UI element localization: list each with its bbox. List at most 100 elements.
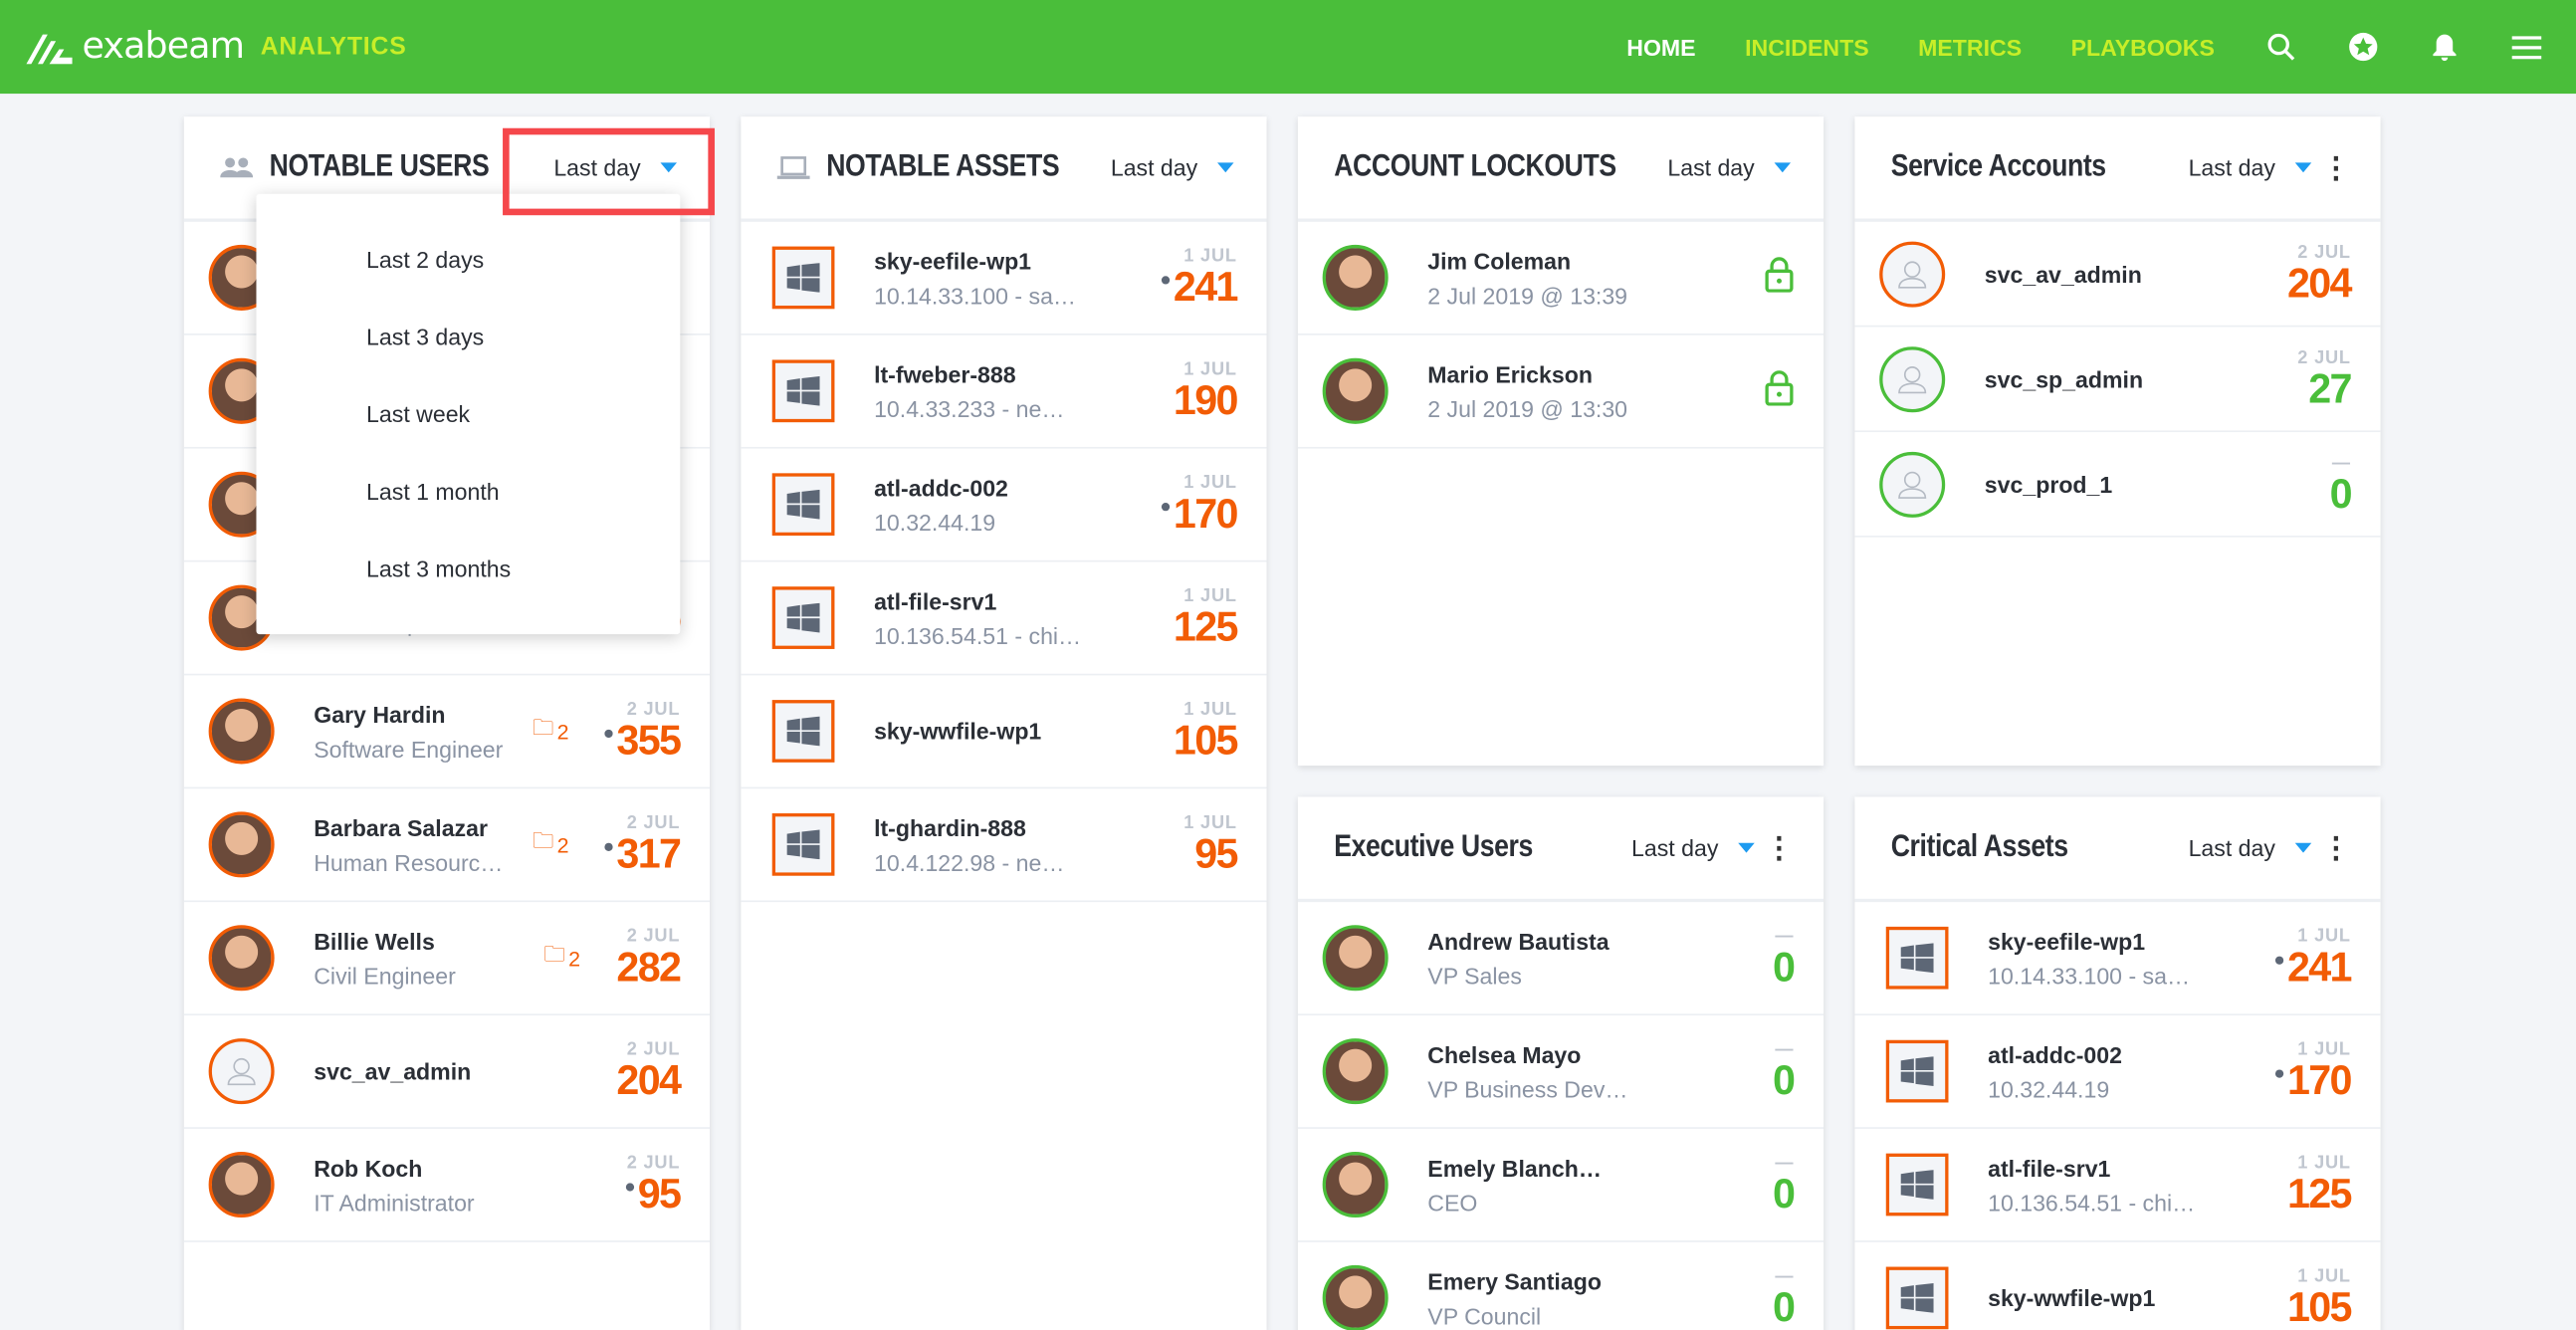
executive-user-row[interactable]: Chelsea Mayo VP Business Dev… —0 (1297, 1015, 1825, 1129)
dropdown-option[interactable]: Last week (256, 376, 680, 454)
executive-user-row[interactable]: Emery Santiago VP Council —0 (1298, 1242, 1824, 1330)
more-options-icon[interactable]: ⋮ (1765, 833, 1795, 863)
item-name[interactable]: sky-wwfile-wp1 (874, 718, 1174, 744)
more-options-icon[interactable]: ⋮ (2321, 833, 2351, 863)
item-name[interactable]: Jim Coleman (1427, 247, 1764, 273)
score-value: 355 (616, 718, 682, 765)
item-name[interactable]: Mario Erickson (1427, 360, 1764, 386)
score-date: 1 JUL (2297, 926, 2351, 947)
user-row[interactable]: Billie Wells Civil Engineer 🗀 2 2 JUL 282 (183, 902, 711, 1016)
item-name[interactable]: sky-eefile-wp1 (874, 247, 1162, 273)
card-header: ACCOUNT LOCKOUTS Last day (1297, 116, 1825, 222)
brand-name: exabeam (82, 26, 245, 68)
item-name[interactable]: svc_av_admin (314, 1058, 616, 1084)
item-name[interactable]: svc_sp_admin (1985, 365, 2297, 391)
service-account-row[interactable]: svc_prod_1—0 (1854, 432, 2381, 538)
item-name[interactable]: Barbara Salazar (314, 814, 533, 840)
item-name[interactable]: Emery Santiago (1427, 1267, 1773, 1293)
lock-icon[interactable] (1765, 256, 1795, 301)
item-name[interactable]: sky-eefile-wp1 (1988, 928, 2275, 954)
item-name[interactable]: sky-wwfile-wp1 (1988, 1285, 2287, 1311)
time-range-select[interactable]: Last day (1667, 154, 1792, 181)
user-row[interactable]: Barbara Salazar Human Resourc… 🗀 2 2 JUL 317 (183, 788, 711, 903)
folder-count[interactable]: 🗀 2 (533, 826, 569, 862)
asset-row[interactable]: sky-wwfile-wp1 1 JUL 105 (741, 675, 1267, 789)
card-title: NOTABLE ASSETS (826, 149, 1060, 184)
asset-row[interactable]: sky-eefile-wp1 10.14.33.100 - sa… 1 JUL 241 (1854, 902, 2381, 1016)
item-name[interactable]: lt-fweber-888 (874, 360, 1174, 386)
risk-score: —0 (1773, 1040, 1796, 1105)
card-title: Service Accounts (1890, 149, 2106, 184)
time-range-select[interactable]: Last day (1111, 154, 1234, 181)
star-badge-icon[interactable] (2346, 31, 2379, 64)
score-value: 190 (1173, 377, 1239, 424)
item-name[interactable]: lt-ghardin-888 (874, 814, 1183, 840)
folder-count[interactable]: 🗀 2 (543, 940, 580, 976)
windows-icon (771, 700, 835, 763)
user-row[interactable]: Rob Koch IT Administrator 2 JUL 95 (183, 1129, 711, 1242)
user-row[interactable]: Gary Hardin Software Engineer 🗀 2 2 JUL 355 (183, 675, 711, 789)
item-name[interactable]: Chelsea Mayo (1427, 1041, 1773, 1067)
item-name[interactable]: Gary Hardin (314, 701, 533, 727)
nav-home[interactable]: HOME (1626, 34, 1695, 60)
avatar (208, 698, 275, 765)
time-range-select[interactable]: Last day (2189, 834, 2312, 861)
asset-row[interactable]: lt-ghardin-888 10.4.122.98 - ne… 1 JUL 95 (741, 788, 1267, 903)
asset-row[interactable]: atl-file-srv1 10.136.54.51 - chi… 1 JUL 125 (1854, 1129, 2381, 1242)
risk-score: 1 JUL 190 (1173, 359, 1239, 424)
folder-count[interactable]: 🗀 2 (533, 713, 569, 749)
folder-icon: 🗀 (543, 941, 565, 967)
item-subtitle: CEO (1427, 1189, 1478, 1216)
item-name[interactable]: Emely Blanch… (1427, 1154, 1773, 1180)
score-value: 282 (616, 945, 682, 992)
service-account-row[interactable]: svc_av_admin 2 JUL 204 (1854, 222, 2381, 328)
nav-incidents[interactable]: INCIDENTS (1745, 34, 1869, 60)
asset-row[interactable]: atl-file-srv1 10.136.54.51 - chi… 1 JUL 125 (741, 561, 1267, 676)
score-value: 0 (1773, 1057, 1796, 1105)
menu-icon[interactable] (2510, 31, 2543, 64)
item-name[interactable]: Andrew Bautista (1427, 928, 1773, 954)
caret-down-icon (1738, 842, 1755, 853)
time-range-select[interactable]: Last day (2189, 154, 2312, 181)
item-name[interactable]: svc_prod_1 (1985, 471, 2330, 497)
item-name[interactable]: atl-addc-002 (1988, 1041, 2275, 1067)
executive-user-row[interactable]: Emely Blanch… CEO —0 (1297, 1129, 1825, 1242)
asset-row[interactable]: atl-addc-002 10.32.44.19 1 JUL 170 (741, 449, 1267, 562)
score-value: 95 (637, 1171, 682, 1219)
asset-row[interactable]: sky-eefile-wp1 10.14.33.100 - sa… 1 JUL 241 (741, 222, 1267, 335)
service-account-row[interactable]: svc_sp_admin 2 JUL 27 (1854, 327, 2381, 433)
avatar (1879, 451, 1946, 518)
score-date: 1 JUL (1183, 700, 1237, 720)
item-name[interactable]: svc_av_admin (1985, 261, 2287, 287)
lockout-row[interactable]: Jim Coleman 2 Jul 2019 @ 13:39 (1297, 222, 1825, 335)
item-name[interactable]: Rob Koch (314, 1154, 626, 1180)
dot-icon (1162, 276, 1171, 285)
more-options-icon[interactable]: ⋮ (2321, 152, 2351, 182)
risk-score: 2 JUL 204 (2287, 242, 2353, 305)
lock-icon[interactable] (1765, 369, 1795, 414)
dropdown-option[interactable]: Last 3 months (256, 531, 680, 608)
executive-user-row[interactable]: Andrew Bautista VP Sales —0 (1297, 902, 1825, 1016)
nav-playbooks[interactable]: PLAYBOOKS (2071, 34, 2215, 60)
user-row[interactable]: svc_av_admin 2 JUL 204 (183, 1015, 711, 1129)
item-name[interactable]: Billie Wells (314, 928, 543, 954)
score-date: 1 JUL (1183, 246, 1237, 267)
item-name[interactable]: atl-file-srv1 (874, 587, 1174, 613)
dropdown-option[interactable]: Last 1 month (256, 454, 680, 532)
asset-row[interactable]: sky-wwfile-wp1 1 JUL 105 (1854, 1242, 2380, 1330)
logo[interactable]: exabeam ANALYTICS (26, 26, 406, 68)
asset-row[interactable]: lt-fweber-888 10.4.33.233 - ne… 1 JUL 190 (741, 335, 1267, 449)
bell-icon[interactable] (2428, 31, 2461, 64)
item-name[interactable]: atl-addc-002 (874, 474, 1162, 500)
nav-metrics[interactable]: METRICS (1918, 34, 2022, 60)
time-range-select[interactable]: Last day (1631, 834, 1755, 861)
search-icon[interactable] (2263, 31, 2296, 64)
risk-score: 1 JUL 241 (1162, 246, 1238, 309)
asset-row[interactable]: atl-addc-002 10.32.44.19 1 JUL 170 (1854, 1015, 2381, 1129)
dropdown-option[interactable]: Last 3 days (256, 299, 680, 376)
item-name[interactable]: atl-file-srv1 (1988, 1154, 2287, 1180)
time-range-label: Last day (1631, 834, 1719, 861)
dropdown-option[interactable]: Last 2 days (256, 222, 680, 300)
lockout-row[interactable]: Mario Erickson 2 Jul 2019 @ 13:30 (1297, 335, 1825, 449)
score-date: — (1775, 1266, 1795, 1287)
